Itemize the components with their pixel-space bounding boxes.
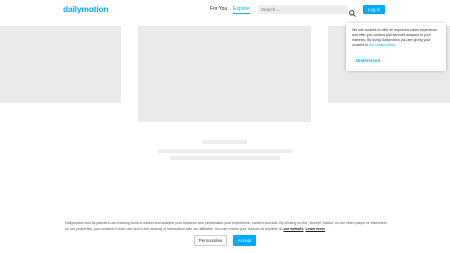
video-card-placeholder-left[interactable] [0, 26, 121, 103]
consent-bar: Dailymotion and its partners use trackin… [0, 213, 450, 253]
text-placeholder-line-1 [158, 149, 292, 153]
top-bar: dailymotion For You Explore Log in [0, 0, 450, 19]
search-box[interactable] [258, 5, 348, 14]
dailymotion-logo[interactable]: dailymotion [63, 4, 109, 14]
video-card-placeholder-center[interactable] [138, 26, 311, 122]
text-placeholder-line-2 [170, 156, 280, 160]
consent-text: Dailymotion and its partners use trackin… [65, 220, 387, 232]
learn-more-link[interactable]: Learn more [305, 227, 325, 231]
search-icon[interactable] [348, 5, 357, 17]
cookie-popup: We use cookies to offer an improved onli… [346, 23, 446, 71]
accept-button[interactable]: Accept [233, 235, 256, 246]
nav-explore[interactable]: Explore [233, 6, 250, 14]
cookie-policy-link[interactable]: our cookie policy. [369, 43, 396, 47]
consent-message: Dailymotion and its partners use trackin… [65, 221, 387, 231]
understood-button[interactable]: Understood [356, 58, 380, 63]
login-button[interactable]: Log in [363, 5, 385, 14]
personalise-button[interactable]: Personalise [194, 235, 227, 246]
search-input[interactable] [261, 6, 341, 13]
consent-website-link[interactable]: our website [283, 227, 303, 231]
title-placeholder [202, 140, 247, 144]
nav-for-you[interactable]: For You [210, 6, 227, 12]
cookie-popup-text: We use cookies to offer an improved onli… [352, 28, 442, 48]
